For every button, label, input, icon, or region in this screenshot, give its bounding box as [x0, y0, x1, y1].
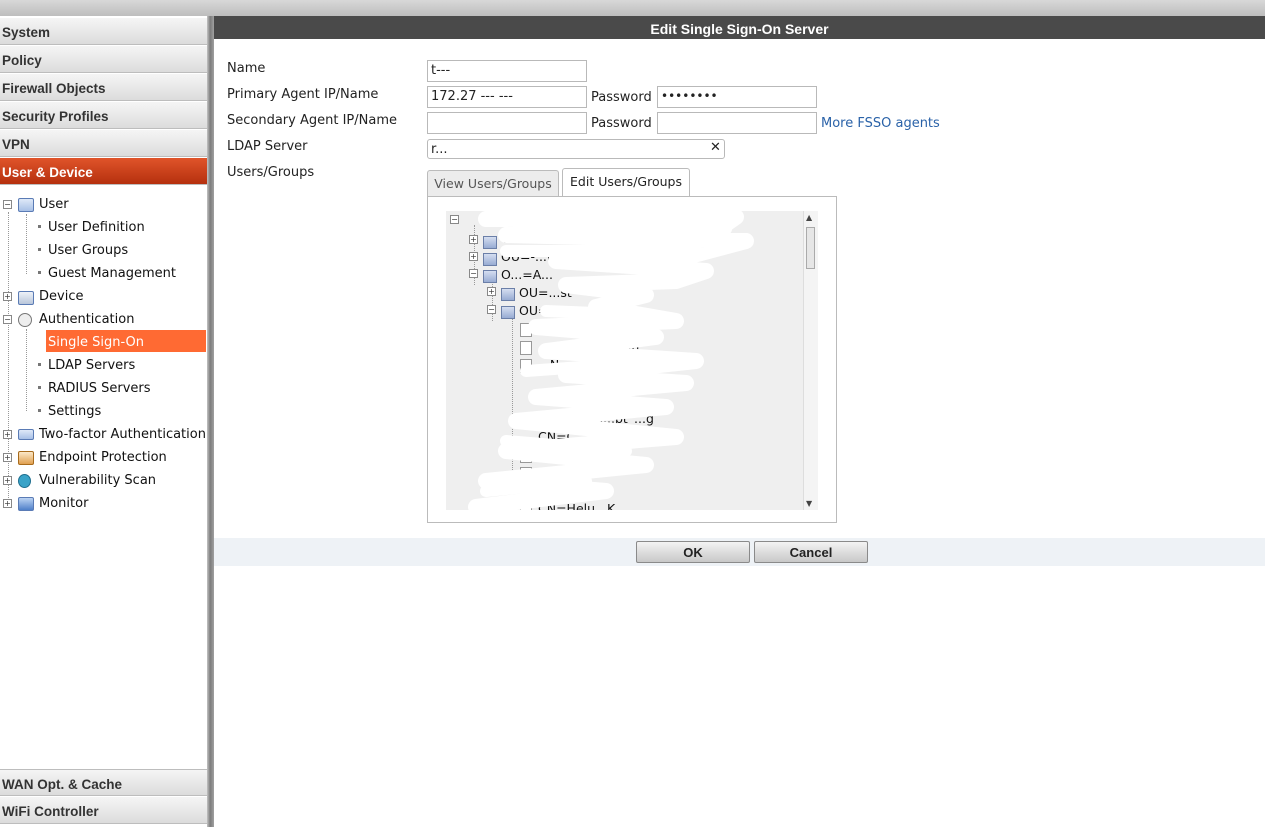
tree-guide-line	[26, 214, 27, 274]
clock-icon	[18, 313, 32, 327]
tree-single-sign-on[interactable]: Single Sign-On	[46, 330, 206, 352]
scroll-up-icon[interactable]: ▲	[806, 213, 812, 222]
collapse-icon[interactable]: −	[3, 315, 12, 324]
ok-button[interactable]: OK	[636, 541, 750, 563]
ldap-server-label: LDAP Server	[227, 139, 308, 154]
scan-icon	[18, 474, 31, 488]
tree-radius-servers[interactable]: RADIUS Servers	[48, 381, 151, 396]
sidebar-category-system[interactable]: System	[0, 18, 207, 45]
redaction-scribble	[468, 211, 754, 510]
secondary-password-label: Password	[591, 116, 652, 131]
bullet-icon	[38, 363, 41, 366]
device-icon	[18, 291, 34, 305]
ldap-server-select[interactable]: r...	[427, 139, 725, 159]
tree-endpoint-protection[interactable]: Endpoint Protection	[39, 450, 167, 465]
tree-settings[interactable]: Settings	[48, 404, 101, 419]
secondary-agent-input[interactable]	[427, 112, 587, 134]
tree-monitor[interactable]: Monitor	[39, 496, 88, 511]
dialog-title: Edit Single Sign-On Server	[214, 16, 1265, 39]
sidebar-category-wifi-controller[interactable]: WiFi Controller	[0, 797, 207, 824]
users-groups-panel: − + OU=... + OU=-...ters − O...=A... + O…	[427, 196, 837, 523]
name-input[interactable]: t---	[427, 60, 587, 82]
endpoint-icon	[18, 451, 34, 465]
tree-device[interactable]: Device	[39, 289, 83, 304]
secondary-agent-label: Secondary Agent IP/Name	[227, 113, 397, 128]
tree-scrollbar[interactable]: ▲ ▼	[803, 211, 818, 510]
sidebar: System Policy Firewall Objects Security …	[0, 16, 207, 827]
primary-agent-label: Primary Agent IP/Name	[227, 87, 379, 102]
users-groups-label: Users/Groups	[227, 165, 315, 180]
primary-password-label: Password	[591, 90, 652, 105]
sidebar-category-security-profiles[interactable]: Security Profiles	[0, 102, 207, 129]
tree-user-groups[interactable]: User Groups	[48, 243, 128, 258]
cancel-button[interactable]: Cancel	[754, 541, 868, 563]
bullet-icon	[38, 248, 41, 251]
bullet-icon	[38, 225, 41, 228]
token-icon	[18, 429, 34, 440]
tab-edit-users-groups[interactable]: Edit Users/Groups	[562, 168, 690, 196]
expand-icon[interactable]: +	[3, 453, 12, 462]
sidebar-category-vpn[interactable]: VPN	[0, 130, 207, 157]
bullet-icon	[38, 386, 41, 389]
tree-ldap-servers[interactable]: LDAP Servers	[48, 358, 135, 373]
tab-view-users-groups[interactable]: View Users/Groups	[427, 170, 559, 196]
sidebar-category-user-device[interactable]: User & Device	[0, 158, 207, 185]
tree-user-definition[interactable]: User Definition	[48, 220, 145, 235]
sidebar-category-wan-opt[interactable]: WAN Opt. & Cache	[0, 769, 207, 796]
tree-guide-line	[26, 329, 27, 411]
main-panel: Edit Single Sign-On Server Name t--- Pri…	[214, 16, 1265, 827]
expand-icon[interactable]: +	[3, 476, 12, 485]
tree-guide-line	[8, 212, 9, 508]
sidebar-category-policy[interactable]: Policy	[0, 46, 207, 73]
primary-password-input[interactable]: ••••••••	[657, 86, 817, 108]
bullet-icon	[38, 340, 41, 343]
tree-vulnerability-scan[interactable]: Vulnerability Scan	[39, 473, 156, 488]
bullet-icon	[38, 271, 41, 274]
window-top-strip	[0, 0, 1265, 17]
tree-authentication[interactable]: Authentication	[39, 312, 134, 327]
user-icon	[18, 198, 34, 212]
tree-user[interactable]: User	[39, 197, 69, 212]
secondary-password-input[interactable]	[657, 112, 817, 134]
name-label: Name	[227, 61, 266, 76]
tree-guest-management[interactable]: Guest Management	[48, 266, 176, 281]
sidebar-category-firewall-objects[interactable]: Firewall Objects	[0, 74, 207, 101]
tree-two-factor[interactable]: Two-factor Authentication	[39, 427, 206, 442]
primary-agent-input[interactable]: 172.27 --- ---	[427, 86, 587, 108]
sidebar-splitter[interactable]	[207, 16, 214, 827]
more-fsso-agents-link[interactable]: More FSSO agents	[821, 116, 940, 131]
clear-icon[interactable]: ✕	[710, 140, 721, 155]
expand-icon[interactable]: +	[3, 499, 12, 508]
collapse-icon[interactable]: −	[3, 200, 12, 209]
scroll-down-icon[interactable]: ▼	[806, 499, 812, 508]
expand-icon[interactable]: +	[3, 430, 12, 439]
scroll-thumb[interactable]	[806, 227, 815, 269]
expand-icon[interactable]: +	[3, 292, 12, 301]
users-groups-tree[interactable]: − + OU=... + OU=-...ters − O...=A... + O…	[446, 211, 818, 510]
monitor-icon	[18, 497, 34, 511]
bullet-icon	[38, 409, 41, 412]
